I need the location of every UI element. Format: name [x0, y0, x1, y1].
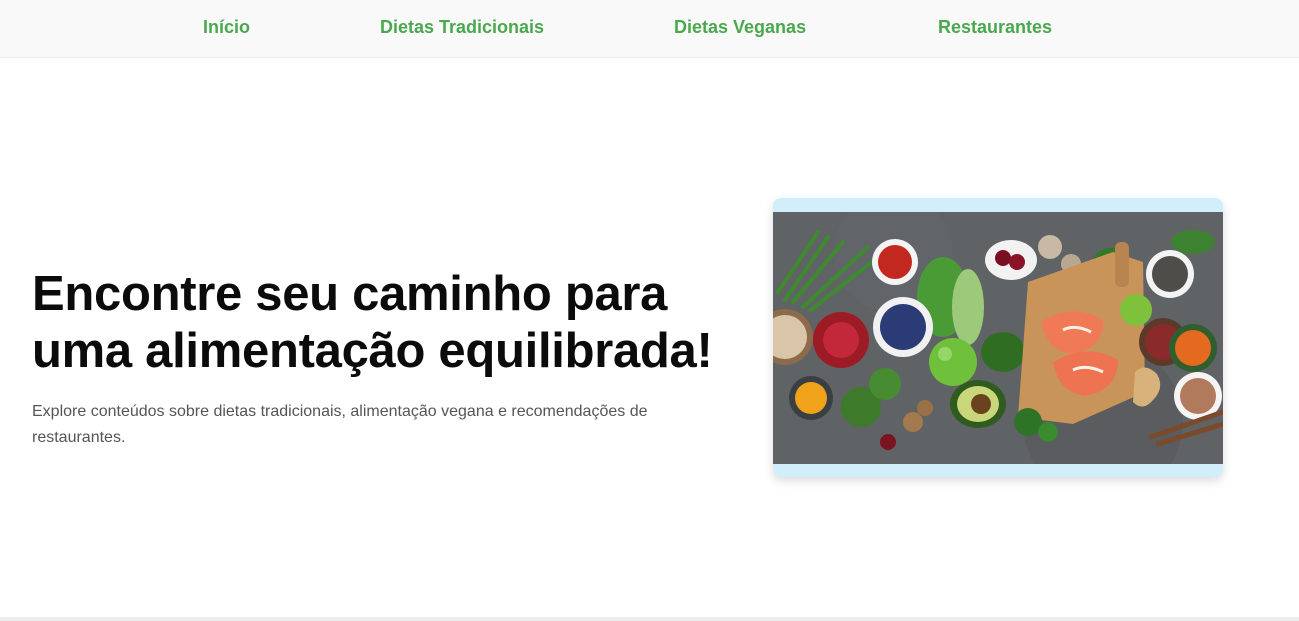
nav-link-dietas-tradicionais[interactable]: Dietas Tradicionais: [380, 17, 544, 38]
nav-link-inicio[interactable]: Início: [203, 17, 250, 38]
nav-link-restaurantes[interactable]: Restaurantes: [938, 17, 1052, 38]
hero-title: Encontre seu caminho para uma alimentaçã…: [32, 267, 713, 378]
hero-image-card: [773, 198, 1223, 477]
healthy-food-image: [773, 212, 1223, 464]
hero-section: Encontre seu caminho para uma alimentaçã…: [0, 58, 1299, 617]
bottom-divider: [0, 617, 1299, 621]
nav-link-dietas-veganas[interactable]: Dietas Veganas: [674, 17, 806, 38]
hero-description: Explore conteúdos sobre dietas tradicion…: [32, 403, 648, 446]
top-navbar: Início Dietas Tradicionais Dietas Vegana…: [0, 0, 1299, 58]
